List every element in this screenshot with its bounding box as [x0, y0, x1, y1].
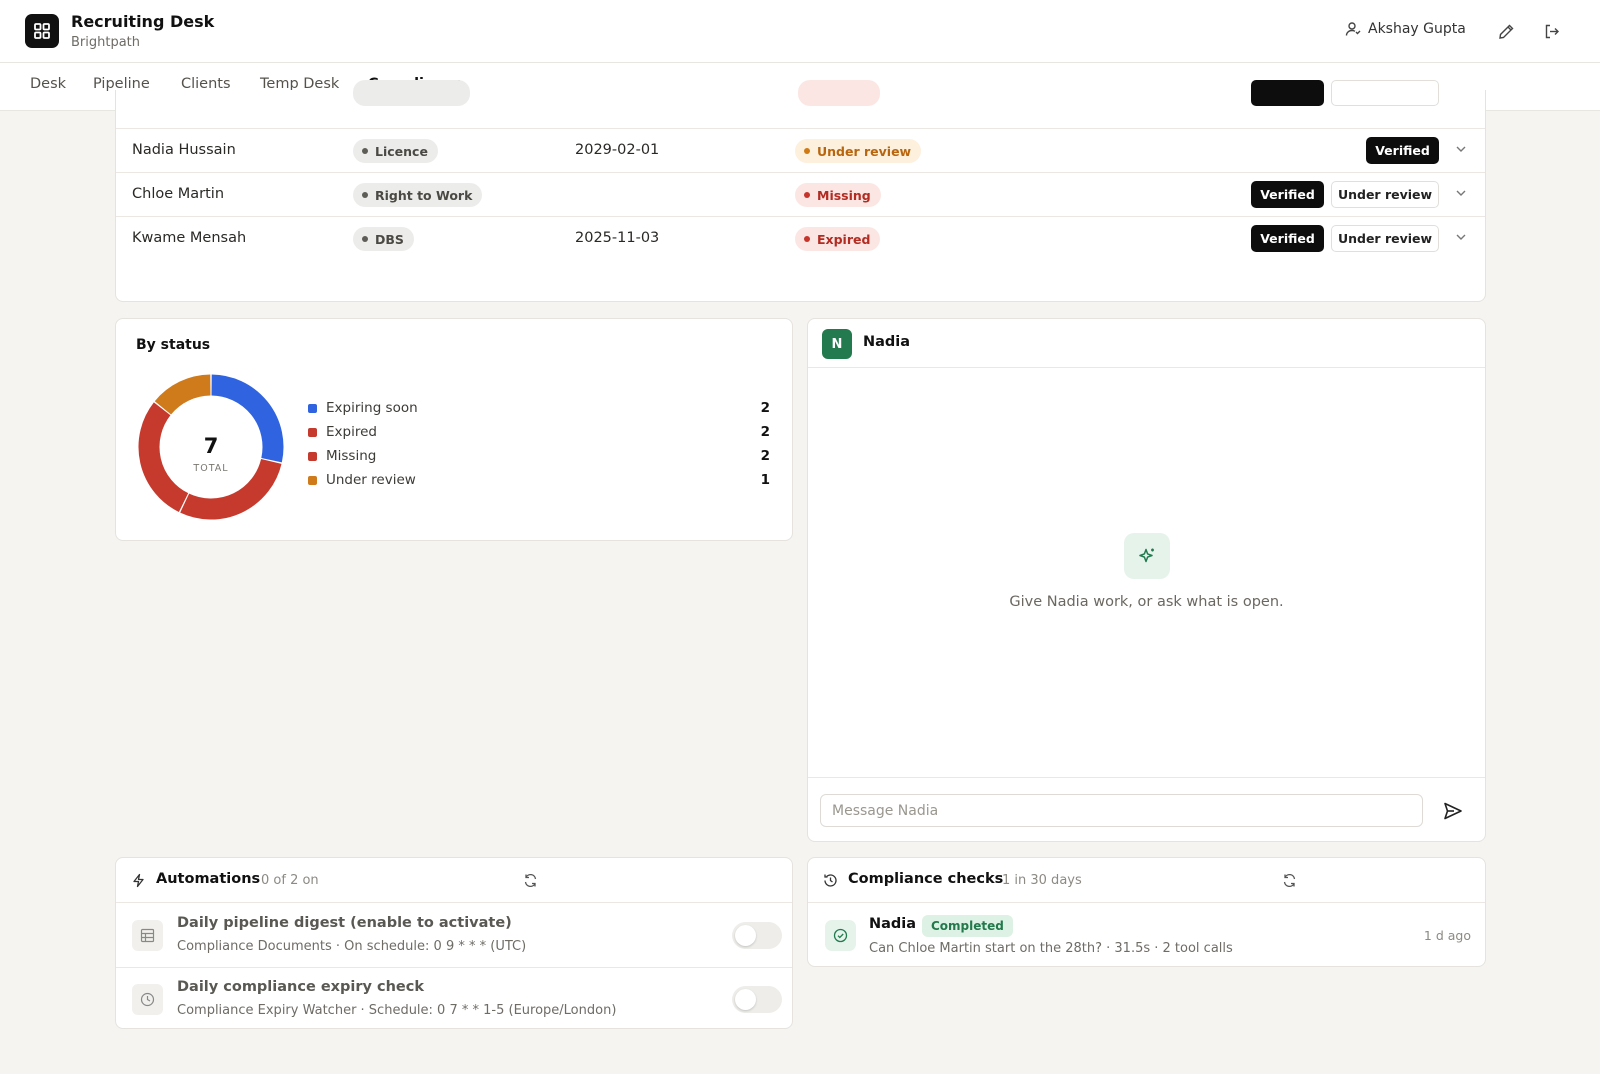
- table-row[interactable]: Chloe Martin Right to Work Missing Verif…: [116, 172, 1485, 216]
- history-icon: [823, 873, 838, 888]
- pencil-icon[interactable]: [1496, 21, 1516, 41]
- donut-total-label: TOTAL: [192, 463, 228, 474]
- chevron-down-icon[interactable]: [1453, 229, 1469, 245]
- automations-card: Automations 0 of 2 on Daily pipeline dig…: [115, 857, 793, 1029]
- status-badge: Completed: [922, 915, 1013, 937]
- checks-header: Compliance checks 1 in 30 days: [808, 858, 1485, 903]
- user-menu[interactable]: Akshay Gupta: [1345, 21, 1466, 37]
- doc-type-pill: Right to Work: [353, 183, 483, 207]
- message-input[interactable]: [820, 794, 1423, 827]
- donut-total: 7: [204, 434, 219, 458]
- refresh-icon[interactable]: [1282, 873, 1297, 888]
- send-icon[interactable]: [1442, 800, 1464, 822]
- legend-item: Expiring soon 2: [308, 399, 770, 419]
- table-icon: [132, 920, 163, 951]
- app-logo-icon[interactable]: [25, 14, 59, 48]
- table-row: [116, 70, 1485, 114]
- donut-slice-expiring-soon: [211, 374, 284, 463]
- under-review-button[interactable]: Under review: [1331, 181, 1439, 208]
- expiry-date: 2029-02-01: [575, 142, 660, 158]
- candidate-name: Nadia Hussain: [132, 142, 236, 158]
- candidate-name: Chloe Martin: [132, 186, 225, 202]
- logout-icon[interactable]: [1541, 21, 1561, 41]
- lightning-icon: [131, 873, 146, 888]
- doc-type-pill: DBS: [353, 227, 414, 251]
- legend-item: Missing 2: [308, 447, 770, 467]
- tab-desk[interactable]: Desk: [30, 76, 66, 92]
- donut-slice-missing: [138, 402, 189, 512]
- automations-header: Automations 0 of 2 on: [116, 858, 792, 903]
- verified-button[interactable]: Verified: [1251, 225, 1324, 252]
- table-row[interactable]: Nadia Hussain Licence 2029-02-01 Under r…: [116, 128, 1485, 172]
- automation-toggle[interactable]: [732, 922, 782, 949]
- legend-swatch: [308, 404, 317, 413]
- status-badge: Expired: [795, 227, 881, 251]
- candidate-name: Kwame Mensah: [132, 230, 247, 246]
- chat-empty-state: Give Nadia work, or ask what is open.: [1009, 594, 1284, 610]
- table-row[interactable]: Kwame Mensah DBS 2025-11-03 Expired Veri…: [116, 216, 1485, 260]
- chevron-down-icon[interactable]: [1453, 141, 1469, 157]
- legend-swatch: [308, 452, 317, 461]
- chat-composer: [808, 777, 1485, 843]
- automation-detail: Compliance Expiry Watcher · Schedule: 0 …: [177, 1003, 617, 1018]
- verified-button[interactable]: Verified: [1251, 181, 1324, 208]
- legend-item: Under review 1: [308, 471, 770, 491]
- compliance-checks-card: Compliance checks 1 in 30 days Nadia Com…: [807, 857, 1486, 967]
- user-icon: [1345, 21, 1361, 37]
- sparkle-icon: [1124, 533, 1170, 579]
- chevron-down-icon[interactable]: [1453, 185, 1469, 201]
- check-agent-name: Nadia: [869, 916, 917, 932]
- automations-title: Automations: [156, 871, 261, 887]
- under-review-button[interactable]: Under review: [1331, 225, 1439, 252]
- automations-summary: 0 of 2 on: [261, 873, 319, 888]
- app-subtitle: Brightpath: [71, 35, 141, 50]
- agent-chat-panel: N Nadia Give Nadia work, or ask what is …: [807, 318, 1486, 842]
- automation-title: Daily compliance expiry check: [177, 979, 425, 995]
- clock-icon: [132, 984, 163, 1015]
- verified-button[interactable]: Verified: [1366, 137, 1439, 164]
- automation-item: Daily compliance expiry check Compliance…: [116, 967, 792, 1030]
- refresh-icon[interactable]: [523, 873, 538, 888]
- chat-header: N Nadia: [808, 319, 1485, 368]
- legend-item: Expired 2: [308, 423, 770, 443]
- checks-title: Compliance checks: [848, 871, 1004, 887]
- legend-swatch: [308, 476, 317, 485]
- check-detail: Can Chloe Martin start on the 28th? · 31…: [869, 941, 1233, 956]
- top-bar: Recruiting Desk Brightpath Akshay Gupta: [0, 0, 1600, 63]
- status-badge: Missing: [795, 183, 881, 207]
- check-time: 1 d ago: [1423, 928, 1471, 943]
- app-title: Recruiting Desk: [71, 12, 215, 31]
- status-badge: Under review: [795, 139, 922, 163]
- legend-swatch: [308, 428, 317, 437]
- automation-detail: Compliance Documents · On schedule: 0 9 …: [177, 939, 527, 954]
- automation-toggle[interactable]: [732, 986, 782, 1013]
- status-donut-chart: 7 TOTAL: [138, 374, 284, 520]
- user-name: Akshay Gupta: [1368, 21, 1466, 37]
- automation-item: Daily pipeline digest (enable to activat…: [116, 904, 792, 967]
- checks-summary: 1 in 30 days: [1002, 873, 1082, 888]
- check-circle-icon: [825, 920, 856, 951]
- automation-title: Daily pipeline digest (enable to activat…: [177, 915, 512, 931]
- status-card-title: By status: [136, 337, 211, 353]
- agent-name: Nadia: [863, 334, 911, 350]
- expiry-date: 2025-11-03: [575, 230, 660, 246]
- compliance-documents-table: Nadia Hussain Licence 2029-02-01 Under r…: [115, 80, 1486, 302]
- doc-type-pill: Licence: [353, 139, 438, 163]
- status-summary-card: By status 7 TOTAL Expiring soon 2 Expire…: [115, 318, 793, 541]
- donut-slice-under-review: [154, 374, 211, 415]
- agent-avatar: N: [822, 329, 852, 359]
